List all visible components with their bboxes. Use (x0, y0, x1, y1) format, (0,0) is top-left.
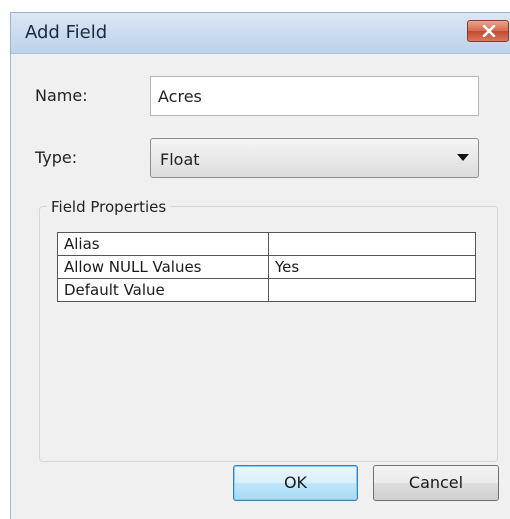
property-name-cell: Default Value (57, 278, 269, 302)
title-bar[interactable]: Add Field (11, 13, 510, 54)
property-value-cell[interactable] (268, 278, 476, 302)
table-row[interactable]: Alias (57, 232, 476, 256)
table-row[interactable]: Default Value (57, 278, 476, 302)
field-properties-title: Field Properties (47, 198, 171, 216)
type-label: Type: (35, 148, 78, 167)
chevron-down-icon (457, 154, 469, 161)
property-name-cell: Alias (57, 232, 269, 256)
close-icon (482, 25, 496, 37)
property-value-cell[interactable]: Yes (268, 255, 476, 279)
table-row[interactable]: Allow NULL Values Yes (57, 255, 476, 279)
ok-button[interactable]: OK (233, 465, 358, 501)
field-properties-table: Alias Allow NULL Values Yes Default Valu… (57, 232, 476, 302)
name-input[interactable]: Acres (150, 76, 479, 116)
add-field-dialog: Add Field Name: Acres Type: Float Field … (10, 12, 510, 519)
cancel-button[interactable]: Cancel (373, 465, 499, 501)
property-name-cell: Allow NULL Values (57, 255, 269, 279)
name-input-value: Acres (158, 87, 202, 106)
name-label: Name: (35, 86, 88, 105)
type-selected-value: Float (160, 150, 200, 169)
property-value-cell[interactable] (268, 232, 476, 256)
window-title: Add Field (25, 22, 108, 43)
type-dropdown[interactable]: Float (150, 138, 479, 178)
close-button[interactable] (467, 20, 509, 42)
